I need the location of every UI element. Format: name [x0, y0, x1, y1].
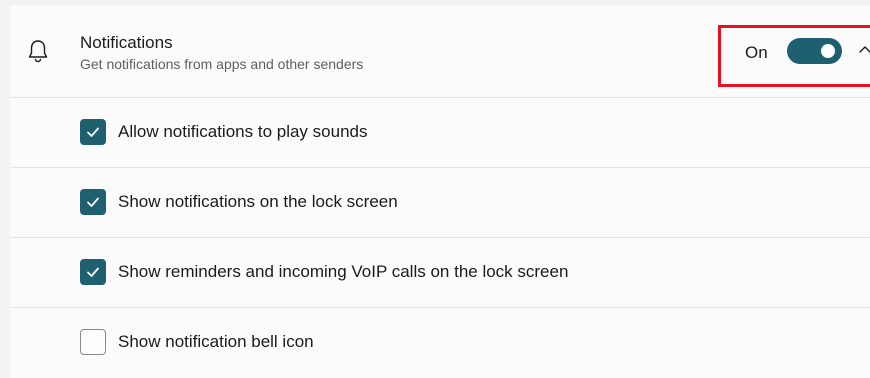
notifications-toggle[interactable] [787, 38, 842, 64]
notifications-subtitle: Get notifications from apps and other se… [80, 56, 364, 72]
notifications-header[interactable]: Notifications Get notifications from app… [10, 5, 870, 98]
notifications-panel: Notifications Get notifications from app… [10, 5, 870, 378]
checkmark-icon [87, 127, 99, 137]
notifications-title: Notifications [80, 33, 173, 52]
checkmark-icon [87, 267, 99, 277]
option-row-lock-screen[interactable]: Show notifications on the lock screen [10, 168, 870, 238]
toggle-knob [821, 44, 835, 58]
toggle-state-label: On [745, 43, 768, 62]
lock-screen-checkbox[interactable] [80, 189, 106, 215]
lock-screen-label: Show notifications on the lock screen [118, 192, 398, 211]
bell-icon [28, 40, 48, 63]
chevron-up-icon[interactable] [858, 43, 870, 57]
option-row-play-sounds[interactable]: Allow notifications to play sounds [10, 98, 870, 168]
checkmark-icon [87, 197, 99, 207]
bell-icon-label: Show notification bell icon [118, 332, 314, 351]
reminders-voip-label: Show reminders and incoming VoIP calls o… [118, 262, 569, 281]
option-row-reminders-voip[interactable]: Show reminders and incoming VoIP calls o… [10, 238, 870, 308]
bell-icon-checkbox[interactable] [80, 329, 106, 355]
option-row-bell-icon[interactable]: Show notification bell icon [10, 308, 870, 378]
play-sounds-label: Allow notifications to play sounds [118, 122, 368, 141]
play-sounds-checkbox[interactable] [80, 119, 106, 145]
reminders-voip-checkbox[interactable] [80, 259, 106, 285]
